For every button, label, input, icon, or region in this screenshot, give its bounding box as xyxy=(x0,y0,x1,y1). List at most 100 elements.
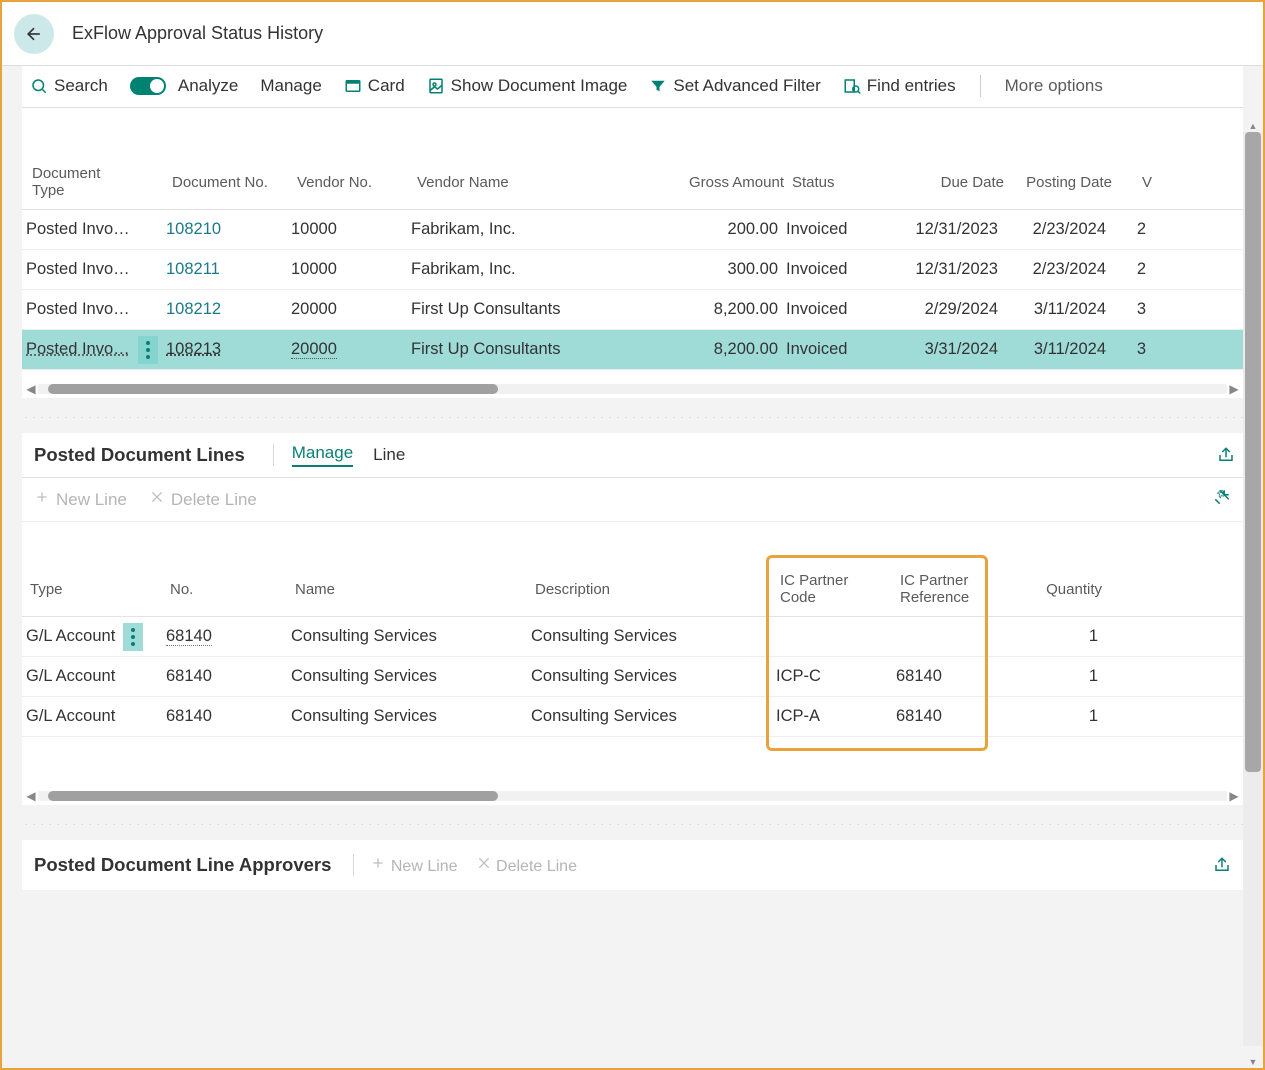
show-doc-image-button[interactable]: Show Document Image xyxy=(427,76,628,96)
col-ic-partner-code[interactable]: IC PartnerCode xyxy=(776,568,896,610)
cell-line-no: 68140 xyxy=(162,703,287,730)
find-entries-icon xyxy=(843,77,861,95)
lines-tab-line[interactable]: Line xyxy=(373,445,405,465)
arrow-left-icon xyxy=(24,24,44,44)
share-icon[interactable] xyxy=(1217,446,1235,464)
cell-ic-partner-code xyxy=(772,633,892,641)
new-line-icon xyxy=(34,489,50,510)
search-button[interactable]: Search xyxy=(30,76,108,96)
vscroll-track[interactable] xyxy=(1243,132,1263,1046)
col-line-name[interactable]: Name xyxy=(291,577,531,602)
documents-hscroll[interactable]: ◀ ▶ xyxy=(24,380,1241,398)
cell-doc-type: Posted Invo… xyxy=(22,332,162,368)
toolbar: Search Analyze Manage Card Show Document… xyxy=(22,66,1243,107)
left-gutter xyxy=(2,66,22,1068)
vscroll-thumb[interactable] xyxy=(1245,132,1261,772)
find-entries-button[interactable]: Find entries xyxy=(843,76,956,96)
hscroll-track[interactable] xyxy=(38,791,1227,801)
pin-icon[interactable] xyxy=(1213,488,1231,511)
hscroll-track[interactable] xyxy=(38,384,1227,394)
delete-line-icon xyxy=(149,489,165,510)
cell-doc-no[interactable]: 108213 xyxy=(162,336,287,363)
cell-due-date: 12/31/2023 xyxy=(882,216,1002,243)
more-options-button[interactable]: More options xyxy=(1005,76,1103,96)
cell-ic-partner-reference: 68140 xyxy=(892,703,992,730)
col-line-no[interactable]: No. xyxy=(166,577,291,602)
cell-trailing: 2 xyxy=(1110,216,1150,243)
col-status[interactable]: Status xyxy=(788,170,888,195)
col-vendor-name[interactable]: Vendor Name xyxy=(413,170,658,195)
col-gross-amount[interactable]: Gross Amount xyxy=(658,170,788,195)
cell-doc-no[interactable]: 108211 xyxy=(162,256,287,283)
share-icon[interactable] xyxy=(1213,856,1231,874)
scroll-up-icon[interactable]: ▲ xyxy=(1243,120,1263,132)
new-line-icon xyxy=(370,858,386,875)
hscroll-thumb[interactable] xyxy=(48,791,498,801)
scroll-right-icon[interactable]: ▶ xyxy=(1227,382,1241,396)
cell-line-no: 68140 xyxy=(162,623,287,650)
cell-vendor-no: 10000 xyxy=(287,216,407,243)
set-adv-filter-button[interactable]: Set Advanced Filter xyxy=(649,76,820,96)
cell-trailing: 3 xyxy=(1110,296,1150,323)
cell-line-type: G/L Account xyxy=(22,663,162,690)
table-row[interactable]: G/L Account68140Consulting ServicesConsu… xyxy=(22,617,1243,657)
cell-gross-amount: 200.00 xyxy=(652,216,782,243)
cell-ic-partner-code: ICP-C xyxy=(772,663,892,690)
table-row[interactable]: Posted Invo…10821220000First Up Consulta… xyxy=(22,290,1243,330)
hscroll-thumb[interactable] xyxy=(48,384,498,394)
lines-tab-manage[interactable]: Manage xyxy=(292,443,353,467)
cell-line-name: Consulting Services xyxy=(287,623,527,650)
scroll-down-icon[interactable]: ▼ xyxy=(1243,1056,1263,1068)
cell-vendor-no: 20000 xyxy=(287,336,407,363)
cell-line-description: Consulting Services xyxy=(527,703,772,730)
approvers-delete-line-label: Delete Line xyxy=(496,858,577,875)
col-vendor-no[interactable]: Vendor No. xyxy=(293,170,413,195)
cell-status: Invoiced xyxy=(782,336,882,363)
scroll-left-icon[interactable]: ◀ xyxy=(24,789,38,803)
col-vat-partial[interactable]: V xyxy=(1116,170,1156,195)
col-line-description[interactable]: Description xyxy=(531,577,776,602)
col-ic-partner-reference[interactable]: IC PartnerReference xyxy=(896,568,996,610)
table-row[interactable]: G/L Account68140Consulting ServicesConsu… xyxy=(22,697,1243,737)
analyze-toggle[interactable]: Analyze xyxy=(130,76,238,96)
lines-header-row: Type No. Name Description IC PartnerCode… xyxy=(22,562,1243,617)
cell-doc-no[interactable]: 108210 xyxy=(162,216,287,243)
cell-status: Invoiced xyxy=(782,296,882,323)
table-row[interactable]: G/L Account68140Consulting ServicesConsu… xyxy=(22,657,1243,697)
col-doc-no[interactable]: Document No. xyxy=(168,170,293,195)
table-row[interactable]: Posted Invo…10821010000Fabrikam, Inc.200… xyxy=(22,210,1243,250)
table-row[interactable]: Posted Invo…10821320000First Up Consulta… xyxy=(22,330,1243,370)
page-header: ExFlow Approval Status History xyxy=(2,2,1263,66)
cell-posting-date: 3/11/2024 xyxy=(1002,336,1110,363)
cell-vendor-no: 10000 xyxy=(287,256,407,283)
approvers-delete-line-button: Delete Line xyxy=(476,855,577,876)
col-line-type[interactable]: Type xyxy=(26,577,166,602)
row-options-button[interactable] xyxy=(138,336,158,364)
back-button[interactable] xyxy=(14,14,54,54)
new-line-label: New Line xyxy=(56,490,127,510)
table-row[interactable]: Posted Invo…10821110000Fabrikam, Inc.300… xyxy=(22,250,1243,290)
cell-gross-amount: 8,200.00 xyxy=(652,296,782,323)
col-doc-type[interactable]: DocumentType xyxy=(28,162,168,203)
cell-line-quantity: 1 xyxy=(992,703,1102,730)
col-line-quantity[interactable]: Quantity xyxy=(996,577,1106,602)
cell-ic-partner-reference xyxy=(892,633,992,641)
scroll-right-icon[interactable]: ▶ xyxy=(1227,789,1241,803)
toggle-on-icon xyxy=(130,77,166,95)
scroll-left-icon[interactable]: ◀ xyxy=(24,382,38,396)
cell-line-no: 68140 xyxy=(162,663,287,690)
manage-menu[interactable]: Manage xyxy=(260,76,321,96)
cell-line-quantity: 1 xyxy=(992,623,1102,650)
set-adv-filter-label: Set Advanced Filter xyxy=(673,76,820,96)
row-options-button[interactable] xyxy=(123,623,143,651)
cell-doc-no[interactable]: 108212 xyxy=(162,296,287,323)
search-icon xyxy=(30,77,48,95)
filter-icon xyxy=(649,77,667,95)
col-posting-date[interactable]: Posting Date xyxy=(1008,170,1116,195)
col-due-date[interactable]: Due Date xyxy=(888,170,1008,195)
card-button[interactable]: Card xyxy=(344,76,405,96)
manage-label: Manage xyxy=(260,76,321,96)
cell-line-type: G/L Account xyxy=(22,703,162,730)
card-icon xyxy=(344,77,362,95)
lines-hscroll[interactable]: ◀ ▶ xyxy=(24,787,1241,805)
